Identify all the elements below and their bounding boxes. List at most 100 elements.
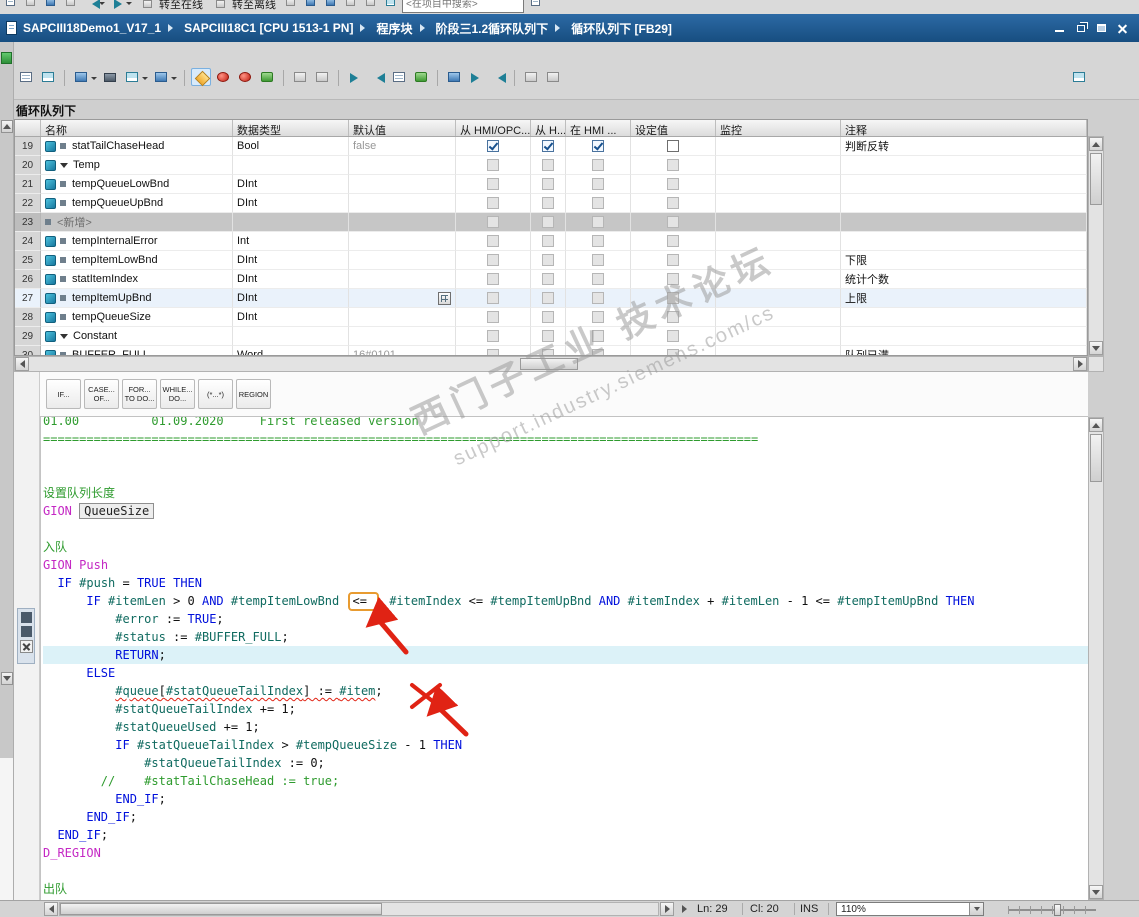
breadcrumb-item[interactable]: 阶段三1.2循环队列下 bbox=[436, 20, 549, 37]
code-line[interactable] bbox=[43, 466, 1088, 484]
column-header[interactable]: 名称 bbox=[41, 120, 233, 136]
table-row[interactable]: 29Constant bbox=[15, 327, 1087, 346]
rail-scroll-down-button[interactable] bbox=[1, 672, 13, 685]
table-row[interactable]: 21tempQueueLowBndDInt bbox=[15, 175, 1087, 194]
checkbox-cell[interactable] bbox=[631, 346, 716, 356]
snippet-tab[interactable]: CASE...OF... bbox=[84, 379, 119, 409]
undo-icon[interactable] bbox=[82, 0, 99, 10]
checkbox-cell[interactable] bbox=[531, 346, 566, 356]
cross-references-icon[interactable] bbox=[382, 0, 399, 10]
comment-cell[interactable] bbox=[841, 213, 1087, 232]
default-value-cell[interactable] bbox=[349, 213, 456, 232]
table-horizontal-scrollbar[interactable] bbox=[14, 356, 1088, 372]
code-horizontal-scrollbar[interactable] bbox=[59, 902, 659, 916]
checkbox-cell[interactable] bbox=[456, 251, 531, 270]
comment-cell[interactable]: 判断反转 bbox=[841, 137, 1087, 156]
settings-icon[interactable] bbox=[543, 68, 563, 86]
scroll-left-button[interactable] bbox=[15, 357, 29, 371]
scroll-thumb[interactable] bbox=[60, 903, 382, 915]
checkbox-cell[interactable] bbox=[531, 156, 566, 175]
checkbox-cell[interactable] bbox=[531, 232, 566, 251]
default-value-cell[interactable] bbox=[349, 270, 456, 289]
checkbox-cell[interactable] bbox=[566, 308, 631, 327]
code-line[interactable]: 出队 bbox=[43, 880, 1088, 898]
project-library-icon[interactable] bbox=[527, 0, 544, 10]
append-row-icon[interactable] bbox=[38, 68, 58, 86]
breadcrumb-item[interactable]: SAPCIII18C1 [CPU 1513-1 PN] bbox=[184, 21, 353, 35]
code-line[interactable]: END_IF; bbox=[43, 790, 1088, 808]
collapse-triangle-icon[interactable] bbox=[60, 334, 68, 339]
code-line[interactable]: 设置队列长度 bbox=[43, 484, 1088, 502]
checkbox-cell[interactable] bbox=[566, 289, 631, 308]
go-to-usage-icon[interactable] bbox=[235, 68, 255, 86]
checkbox-cell[interactable] bbox=[456, 289, 531, 308]
save-project-icon[interactable] bbox=[42, 0, 59, 10]
close-button[interactable] bbox=[1114, 21, 1131, 36]
checkbox-cell[interactable] bbox=[456, 213, 531, 232]
default-value-cell[interactable] bbox=[349, 194, 456, 213]
checkbox-cell[interactable] bbox=[531, 251, 566, 270]
code-line[interactable]: END_IF; bbox=[43, 808, 1088, 826]
dropdown-caret-icon[interactable] bbox=[91, 77, 97, 83]
comment-cell[interactable] bbox=[841, 232, 1087, 251]
checkbox-cell[interactable] bbox=[531, 327, 566, 346]
breadcrumb-item[interactable]: 程序块 bbox=[376, 20, 412, 37]
update-interface-icon[interactable] bbox=[312, 68, 332, 86]
code-line[interactable]: 01.00 01.09.2020 First released version bbox=[43, 417, 1088, 430]
table-row[interactable]: 30BUFFER_FULLWord16#0101队列已满 bbox=[15, 346, 1087, 356]
data-type-cell[interactable]: DInt bbox=[233, 194, 349, 213]
previous-bookmark-icon[interactable] bbox=[488, 68, 508, 86]
snippet-tab[interactable]: FOR...TO DO... bbox=[122, 379, 157, 409]
redo-icon[interactable] bbox=[109, 0, 126, 10]
checkbox-cell[interactable] bbox=[631, 251, 716, 270]
scroll-down-button[interactable] bbox=[1089, 885, 1103, 899]
code-line[interactable]: IF #statQueueTailIndex > #tempQueueSize … bbox=[43, 736, 1088, 754]
name-cell[interactable]: tempItemUpBnd bbox=[41, 289, 233, 308]
monitor-all-icon[interactable] bbox=[521, 68, 541, 86]
code-line[interactable]: #error := TRUE; bbox=[43, 610, 1088, 628]
insert-region-icon[interactable] bbox=[257, 68, 277, 86]
code-vertical-scrollbar[interactable] bbox=[1088, 417, 1104, 900]
indent-icon[interactable] bbox=[345, 68, 365, 86]
comment-cell[interactable] bbox=[841, 327, 1087, 346]
table-row[interactable]: 26statItemIndexDInt统计个数 bbox=[15, 270, 1087, 289]
outdent-icon[interactable] bbox=[367, 68, 387, 86]
table-row[interactable]: 25tempItemLowBndDInt下限 bbox=[15, 251, 1087, 270]
restore-button[interactable] bbox=[1072, 21, 1089, 36]
compile-icon[interactable] bbox=[282, 0, 299, 10]
default-value-cell[interactable]: false bbox=[349, 137, 456, 156]
column-header[interactable]: 数据类型 bbox=[233, 120, 349, 136]
table-row[interactable]: 24tempInternalErrorInt bbox=[15, 232, 1087, 251]
stop-cpu-icon[interactable] bbox=[362, 0, 379, 10]
code-line[interactable]: IF #itemLen > 0 AND #tempItemLowBnd <= #… bbox=[43, 592, 1088, 610]
default-value-cell[interactable] bbox=[349, 308, 456, 327]
checkbox-cell[interactable] bbox=[631, 270, 716, 289]
checkbox-cell[interactable] bbox=[456, 156, 531, 175]
dropdown-caret-icon[interactable] bbox=[171, 77, 177, 83]
data-type-cell[interactable]: DInt bbox=[233, 289, 349, 308]
data-type-cell[interactable]: DInt bbox=[233, 251, 349, 270]
data-type-cell[interactable]: Word bbox=[233, 346, 349, 356]
window-layout-icon[interactable] bbox=[1069, 68, 1089, 86]
code-scroll-right-button[interactable] bbox=[660, 902, 674, 916]
check-consistency-icon[interactable] bbox=[290, 68, 310, 86]
checkbox-cell[interactable] bbox=[631, 213, 716, 232]
column-header[interactable]: 从 HMI/OPC... bbox=[456, 120, 531, 136]
go-to-definition-icon[interactable] bbox=[213, 68, 233, 86]
code-line[interactable]: GION Push bbox=[43, 556, 1088, 574]
data-type-cell[interactable] bbox=[233, 213, 349, 232]
checkbox-cell[interactable] bbox=[631, 327, 716, 346]
go-online-button[interactable]: 转至在线 bbox=[136, 0, 206, 14]
download-to-device-icon[interactable] bbox=[302, 0, 319, 10]
name-cell[interactable]: <新增> bbox=[41, 213, 233, 232]
code-line[interactable]: #statQueueUsed += 1; bbox=[43, 718, 1088, 736]
bookmark-icon[interactable] bbox=[444, 68, 464, 86]
checkbox-cell[interactable] bbox=[566, 346, 631, 356]
column-header[interactable]: 默认值 bbox=[349, 120, 456, 136]
checkbox-cell[interactable] bbox=[531, 270, 566, 289]
snippet-tab[interactable]: IF... bbox=[46, 379, 81, 409]
snippet-tab[interactable]: REGION bbox=[236, 379, 271, 409]
scroll-right-button[interactable] bbox=[1073, 357, 1087, 371]
name-cell[interactable]: tempItemLowBnd bbox=[41, 251, 233, 270]
name-cell[interactable]: tempQueueSize bbox=[41, 308, 233, 327]
